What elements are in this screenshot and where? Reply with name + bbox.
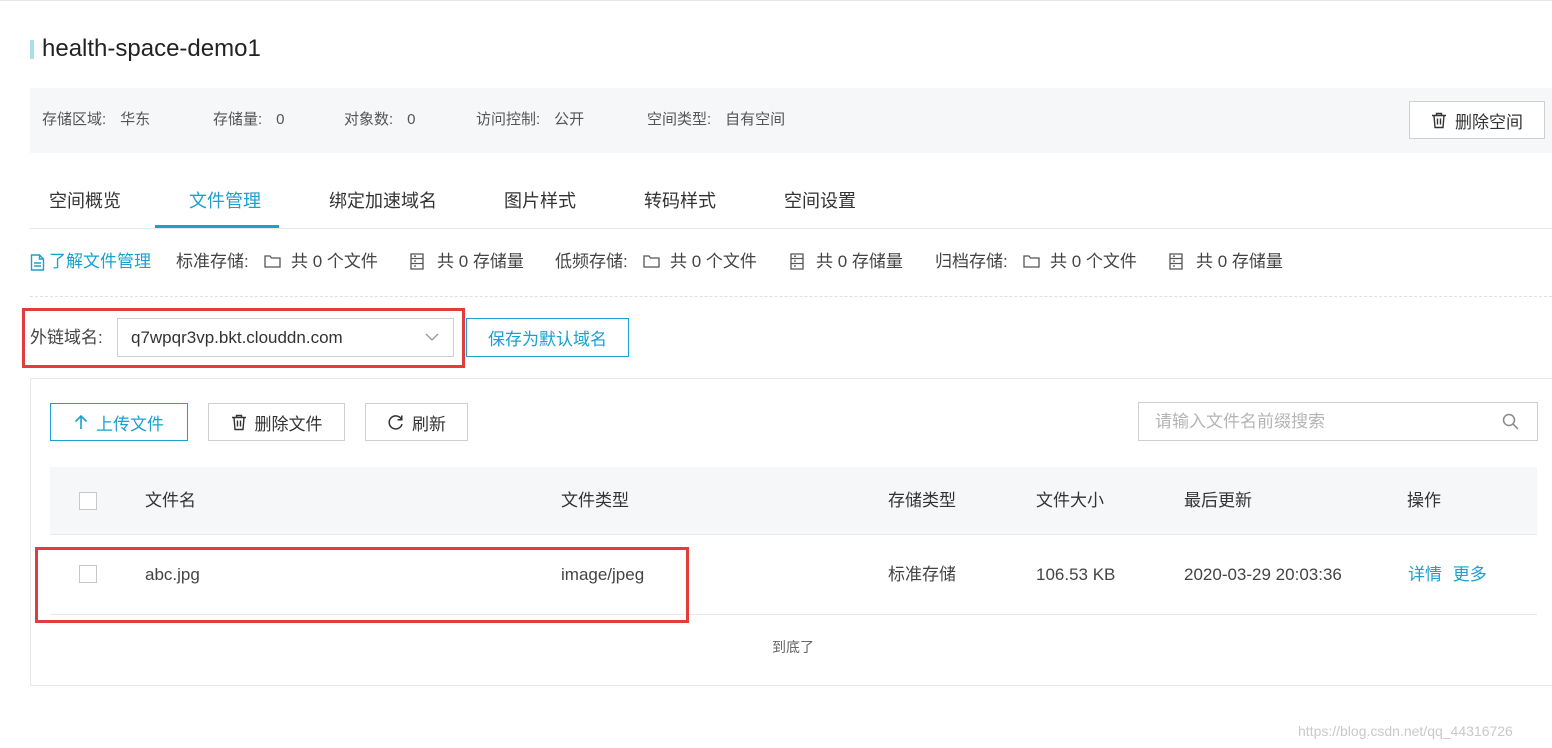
- save-default-domain-button[interactable]: 保存为默认域名: [466, 318, 629, 357]
- chevron-down-icon: [425, 333, 439, 341]
- low-frequency-storage-size: 共 0 存储量: [816, 252, 903, 271]
- low-frequency-file-count: 共 0 个文件: [670, 252, 757, 271]
- column-header-actions: 操作: [1407, 491, 1441, 510]
- archive-storage-size: 共 0 存储量: [1196, 252, 1283, 271]
- row-checkbox[interactable]: [79, 565, 97, 583]
- search-input[interactable]: [1139, 403, 1511, 440]
- tab-transcode-style[interactable]: 转码样式: [644, 190, 716, 212]
- domain-selected-value: q7wpqr3vp.bkt.clouddn.com: [131, 327, 343, 347]
- info-space-type: 空间类型: 自有空间: [647, 111, 786, 128]
- delete-file-button[interactable]: 删除文件: [208, 403, 345, 441]
- standard-storage-label: 标准存储:: [176, 252, 249, 271]
- section-divider: [30, 296, 1552, 297]
- refresh-icon: [388, 414, 403, 430]
- archive-file-count: 共 0 个文件: [1050, 252, 1137, 271]
- tab-bar: 空间概览 文件管理 绑定加速域名 图片样式 转码样式 空间设置: [30, 180, 1552, 229]
- active-tab-indicator: [155, 225, 279, 228]
- low-frequency-label: 低频存储:: [555, 252, 628, 271]
- detail-link[interactable]: 详情: [1408, 565, 1442, 584]
- delete-space-button[interactable]: 删除空间: [1409, 101, 1545, 139]
- column-header-filesize: 文件大小: [1036, 491, 1104, 510]
- more-link[interactable]: 更多: [1453, 565, 1487, 584]
- storage-icon: [790, 253, 804, 270]
- bucket-info-panel: 存储区域: 华东 存储量: 0 对象数: 0 访问控制: 公开 空间类型: 自有空间: [30, 88, 1552, 153]
- trash-icon: [231, 414, 246, 430]
- file-name: abc.jpg: [145, 565, 200, 584]
- domain-label: 外链域名:: [30, 328, 103, 347]
- select-all-checkbox[interactable]: [79, 492, 97, 510]
- tab-overview[interactable]: 空间概览: [49, 190, 121, 212]
- tab-space-settings[interactable]: 空间设置: [784, 190, 856, 212]
- info-objects: 对象数: 0: [344, 111, 416, 128]
- tab-image-style[interactable]: 图片样式: [504, 190, 576, 212]
- bucket-title: health-space-demo1: [42, 35, 261, 62]
- column-header-filetype: 文件类型: [561, 491, 629, 510]
- file-storage-type: 标准存储: [888, 565, 956, 584]
- archive-storage-label: 归档存储:: [935, 252, 1008, 271]
- storage-icon: [410, 253, 424, 270]
- table-row: abc.jpg image/jpeg 标准存储 106.53 KB 2020-0…: [50, 535, 1537, 615]
- info-access-control: 访问控制: 公开: [476, 111, 585, 128]
- trash-icon: [1432, 112, 1446, 128]
- storage-icon: [1169, 253, 1183, 270]
- column-header-filename: 文件名: [145, 491, 196, 510]
- file-last-updated: 2020-03-29 20:03:36: [1184, 565, 1342, 584]
- folder-icon: [264, 255, 281, 268]
- folder-icon: [643, 255, 660, 268]
- standard-file-count: 共 0 个文件: [291, 252, 378, 271]
- learn-file-management-link[interactable]: 了解文件管理: [30, 250, 151, 274]
- refresh-button[interactable]: 刷新: [365, 403, 468, 441]
- file-size: 106.53 KB: [1036, 565, 1116, 584]
- file-type: image/jpeg: [561, 565, 645, 584]
- table-header: 文件名 文件类型 存储类型 文件大小 最后更新 操作: [50, 467, 1537, 535]
- end-of-list-text: 到底了: [772, 639, 814, 655]
- column-header-storage-type: 存储类型: [888, 491, 956, 510]
- search-icon[interactable]: [1502, 413, 1519, 430]
- tab-file-management[interactable]: 文件管理: [189, 190, 261, 212]
- upload-file-button[interactable]: 上传文件: [50, 403, 188, 441]
- document-icon: [30, 253, 45, 271]
- arrow-up-icon: [74, 414, 88, 429]
- column-header-last-updated: 最后更新: [1184, 491, 1252, 510]
- title-accent-bar: [30, 40, 34, 59]
- watermark: https://blog.csdn.net/qq_44316726: [1298, 723, 1513, 739]
- folder-icon: [1023, 255, 1040, 268]
- tab-bind-domain[interactable]: 绑定加速域名: [329, 190, 437, 212]
- domain-select[interactable]: q7wpqr3vp.bkt.clouddn.com: [117, 318, 454, 357]
- search-box: [1138, 402, 1538, 441]
- standard-storage-size: 共 0 存储量: [437, 252, 524, 271]
- row-actions: 详情 更多: [1408, 565, 1487, 585]
- top-divider: [0, 0, 1552, 1]
- info-region: 存储区域: 华东: [42, 111, 151, 128]
- info-storage: 存储量: 0: [213, 111, 285, 128]
